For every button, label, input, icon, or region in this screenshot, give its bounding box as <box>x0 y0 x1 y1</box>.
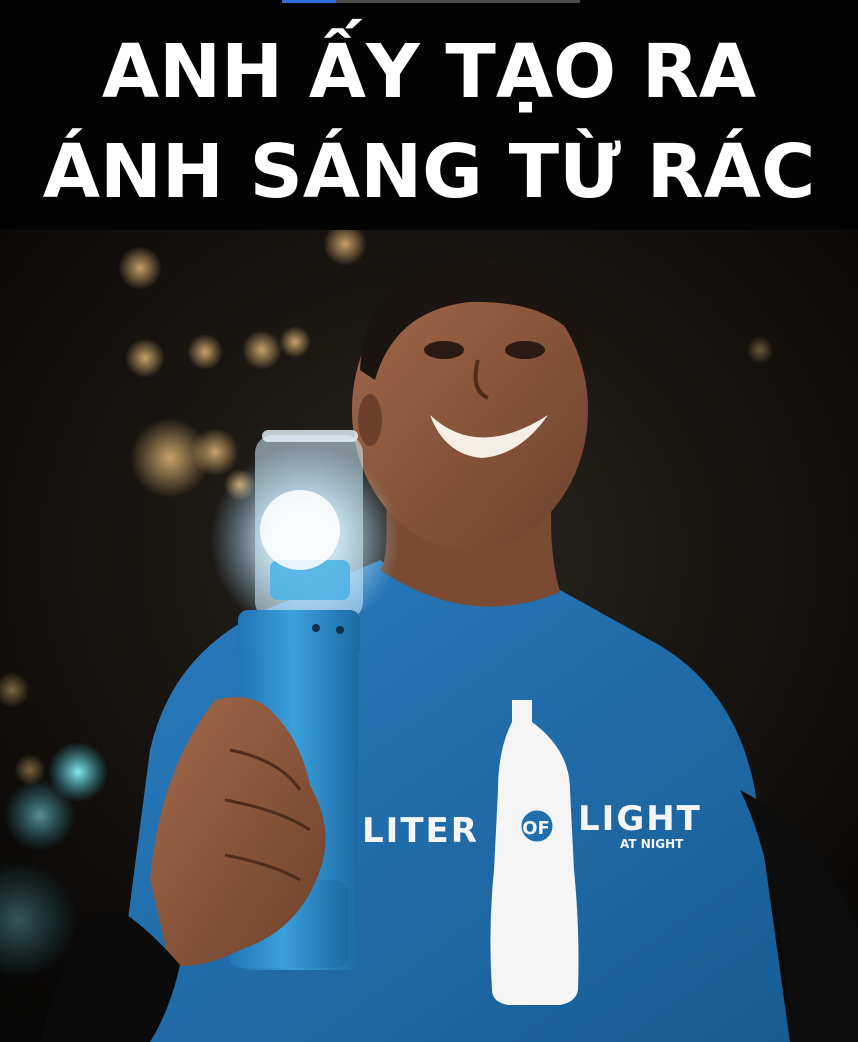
headline-line-1: ANH ẤY TẠO RA <box>101 29 757 115</box>
scene-illustration: LITER OF LIGHT AT NIGHT <box>0 230 858 1042</box>
headline-line-2: ÁNH SÁNG TỪ RÁC <box>42 129 816 215</box>
shirt-brand-mid: OF <box>522 818 550 839</box>
headline-caption: ANH ẤY TẠO RA ÁNH SÁNG TỪ RÁC <box>0 22 858 222</box>
caption-banner: ANH ẤY TẠO RA ÁNH SÁNG TỪ RÁC <box>0 0 858 230</box>
video-progress-fill <box>282 0 336 3</box>
shirt-brand-sub: AT NIGHT <box>620 837 684 851</box>
photo-scene: LITER OF LIGHT AT NIGHT <box>0 230 858 1042</box>
shirt-brand-right: LIGHT <box>578 799 702 839</box>
video-progress-track[interactable] <box>282 0 580 3</box>
shirt-brand-left: LITER <box>362 811 479 851</box>
